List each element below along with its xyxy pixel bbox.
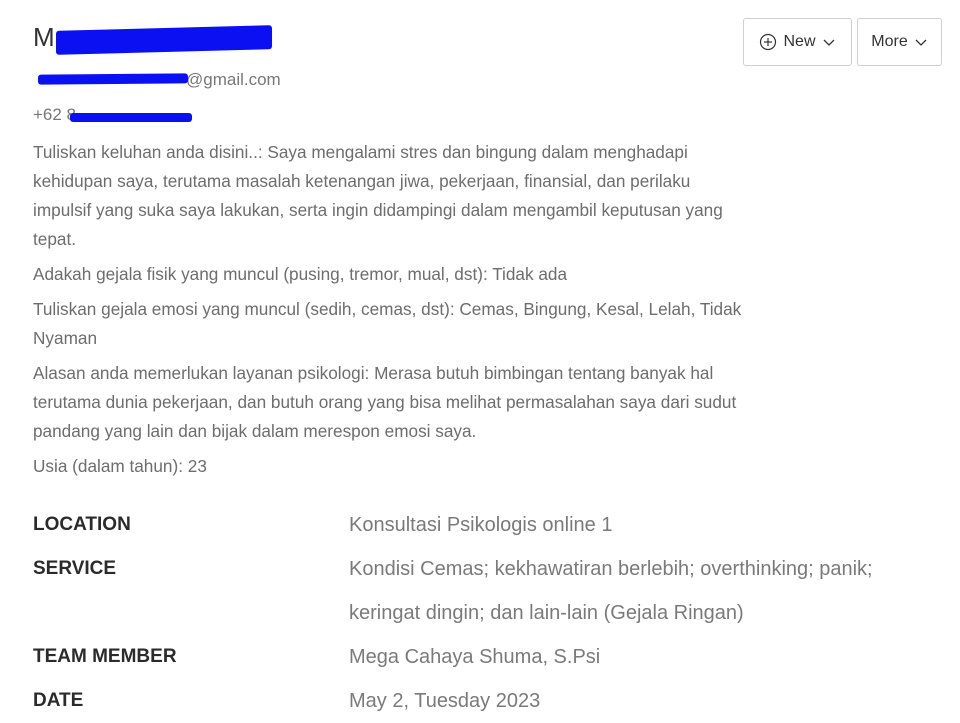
more-button-label: More [871,33,908,50]
redaction-mark [70,113,192,122]
meta-row-team-member: TEAM MEMBER Mega Cahaya Shuma, S.Psi [33,635,933,679]
age-text: Usia (dalam tahun): 23 [33,456,207,476]
meta-row-location: LOCATION Konsultasi Psikologis online 1 [33,503,933,547]
more-button[interactable]: More [857,18,942,66]
new-button[interactable]: New [743,18,852,66]
new-button-label: New [783,33,816,50]
team-member-value: Mega Cahaya Shuma, S.Psi [349,646,601,668]
plus-circle-icon [760,33,777,51]
chevron-down-icon [915,39,927,46]
date-value: May 2, Tuesday 2023 [349,690,541,712]
reason-text: Alasan anda memerlukan layanan psikologi… [33,363,737,441]
booking-details: Tuliskan keluhan anda disini..: Saya men… [33,138,745,487]
service-value: Kondisi Cemas; kekhawatiran berlebih; ov… [349,558,873,624]
date-label: DATE [33,690,84,711]
location-label: LOCATION [33,514,131,535]
team-member-label: TEAM MEMBER [33,646,177,667]
redaction-mark [37,73,189,85]
location-value: Konsultasi Psikologis online 1 [349,514,613,536]
complaint-text: Tuliskan keluhan anda disini..: Saya men… [33,142,723,249]
redaction-mark [56,25,272,55]
email-domain: @gmail.com [186,70,281,89]
meta-row-service: SERVICE Kondisi Cemas; kekhawatiran berl… [33,547,933,635]
appointment-meta: LOCATION Konsultasi Psikologis online 1 … [33,503,933,723]
client-name: M [33,22,55,52]
emotional-symptoms-text: Tuliskan gejala emosi yang muncul (sedih… [33,299,742,348]
meta-row-date: DATE May 2, Tuesday 2023 [33,679,933,723]
physical-symptoms-text: Adakah gejala fisik yang muncul (pusing,… [33,264,568,284]
service-label: SERVICE [33,558,117,579]
chevron-down-icon [823,39,834,46]
